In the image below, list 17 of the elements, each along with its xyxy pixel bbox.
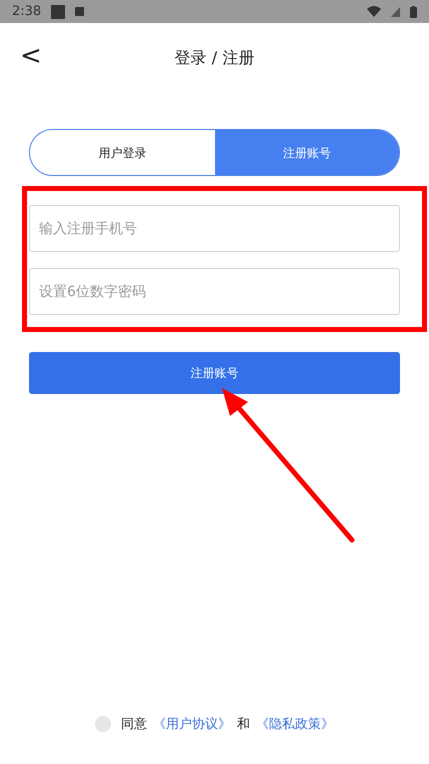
signal-icon	[391, 6, 400, 16]
privacy-policy-link[interactable]: 《隐私政策》	[256, 714, 334, 734]
status-time: 2:38	[12, 2, 42, 21]
agree-checkbox[interactable]	[95, 716, 111, 732]
page-title: 登录 / 注册	[174, 47, 254, 69]
register-button[interactable]: 注册账号	[29, 352, 400, 394]
keyboard-icon	[75, 7, 84, 16]
user-agreement-link[interactable]: 《用户协议》	[153, 714, 231, 734]
input-field[interactable]: 输入注册手机号	[29, 205, 400, 252]
agree-label: 同意	[121, 716, 147, 734]
battery-icon	[410, 6, 417, 18]
notification-icon	[51, 4, 66, 18]
joiner-text: 和	[237, 716, 250, 734]
input-field[interactable]: 设置6位数字密码	[29, 268, 400, 315]
back-button[interactable]: <	[16, 43, 46, 69]
wifi-icon	[367, 6, 381, 17]
tab[interactable]: 注册账号	[214, 130, 399, 175]
